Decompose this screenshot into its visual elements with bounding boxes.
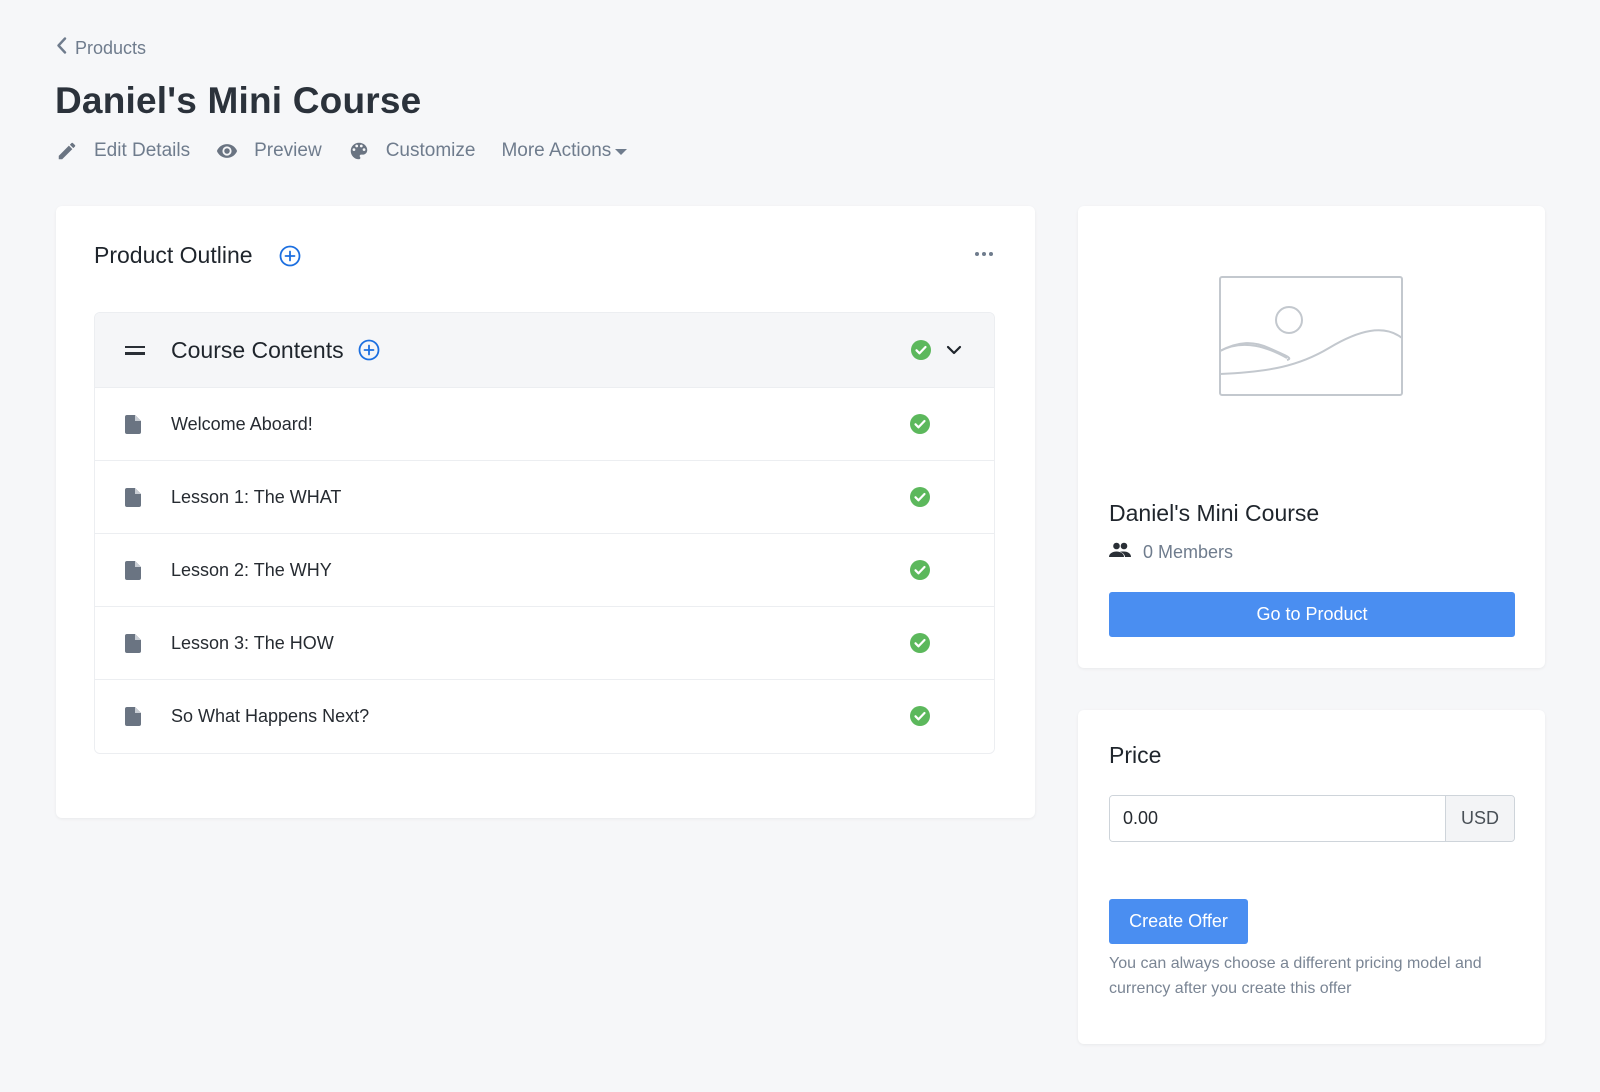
edit-details-button[interactable]: Edit Details <box>56 140 190 162</box>
customize-button[interactable]: Customize <box>348 140 476 162</box>
create-offer-button[interactable]: Create Offer <box>1109 899 1248 944</box>
chapter-course-contents: Course Contents Welcome Aboard! Lesson 1… <box>94 312 995 754</box>
edit-details-label: Edit Details <box>94 140 191 161</box>
eye-icon <box>216 140 238 162</box>
price-card: Price USD Create Offer You can always ch… <box>1078 710 1545 1044</box>
published-check-icon <box>911 340 931 360</box>
published-check-icon <box>910 487 930 507</box>
lesson-row[interactable]: Lesson 1: The WHAT <box>95 461 994 534</box>
published-check-icon <box>910 706 930 726</box>
lesson-row[interactable]: Lesson 2: The WHY <box>95 534 994 607</box>
currency-label: USD <box>1445 796 1514 841</box>
published-check-icon <box>910 633 930 653</box>
caret-down-icon <box>615 149 628 155</box>
more-actions-label: More Actions <box>501 140 612 161</box>
lesson-row[interactable]: Welcome Aboard! <box>95 388 994 461</box>
document-icon <box>125 414 141 434</box>
lesson-title: Welcome Aboard! <box>171 413 313 434</box>
product-outline-card: Product Outline Course Contents Welcome … <box>56 206 1035 818</box>
lesson-row[interactable]: So What Happens Next? <box>95 680 994 753</box>
lesson-title: Lesson 2: The WHY <box>171 559 332 580</box>
outline-header: Product Outline <box>94 242 301 269</box>
go-to-product-button[interactable]: Go to Product <box>1109 592 1515 637</box>
chevron-left-icon <box>56 37 67 59</box>
document-icon <box>125 560 141 580</box>
palette-icon <box>348 140 370 162</box>
price-input[interactable] <box>1110 796 1445 841</box>
add-chapter-plus-circle-icon[interactable] <box>279 245 301 267</box>
preview-label: Preview <box>254 140 322 161</box>
customize-label: Customize <box>385 140 476 161</box>
product-name: Daniel's Mini Course <box>1109 500 1320 526</box>
breadcrumb-label: Products <box>75 37 147 58</box>
lesson-title: So What Happens Next? <box>171 706 370 726</box>
price-label: Price <box>1109 742 1162 768</box>
page-title: Daniel's Mini Course <box>55 80 422 121</box>
document-icon <box>125 487 141 507</box>
outline-title: Product Outline <box>94 242 253 268</box>
action-bar: Edit Details Preview Customize More Acti… <box>56 140 653 162</box>
chapter-header[interactable]: Course Contents <box>95 313 994 388</box>
published-check-icon <box>910 560 930 580</box>
preview-button[interactable]: Preview <box>216 140 322 162</box>
published-check-icon <box>910 414 930 434</box>
more-actions-dropdown[interactable]: More Actions <box>501 140 628 162</box>
outline-more-horizontal-icon[interactable] <box>975 252 993 256</box>
users-icon <box>1109 542 1143 563</box>
price-input-group: USD <box>1109 795 1515 842</box>
lesson-title: Lesson 3: The HOW <box>171 632 334 653</box>
image-placeholder-icon <box>1219 276 1403 396</box>
chevron-down-icon[interactable] <box>945 341 963 364</box>
product-summary-card: Daniel's Mini Course 0 Members Go to Pro… <box>1078 206 1545 668</box>
lesson-row[interactable]: Lesson 3: The HOW <box>95 607 994 680</box>
document-icon <box>125 707 141 726</box>
lesson-title: Lesson 1: The WHAT <box>171 486 342 507</box>
chapter-title: Course Contents <box>171 336 344 363</box>
breadcrumb-products[interactable]: Products <box>56 37 146 59</box>
pricing-hint: You can always choose a different pricin… <box>1109 955 1482 997</box>
add-lesson-plus-circle-icon[interactable] <box>358 339 380 361</box>
members-label: 0 Members <box>1143 542 1234 562</box>
drag-handle-icon[interactable] <box>125 342 145 359</box>
members-count: 0 Members <box>1109 542 1233 563</box>
pencil-icon <box>56 140 78 162</box>
document-icon <box>125 633 141 653</box>
